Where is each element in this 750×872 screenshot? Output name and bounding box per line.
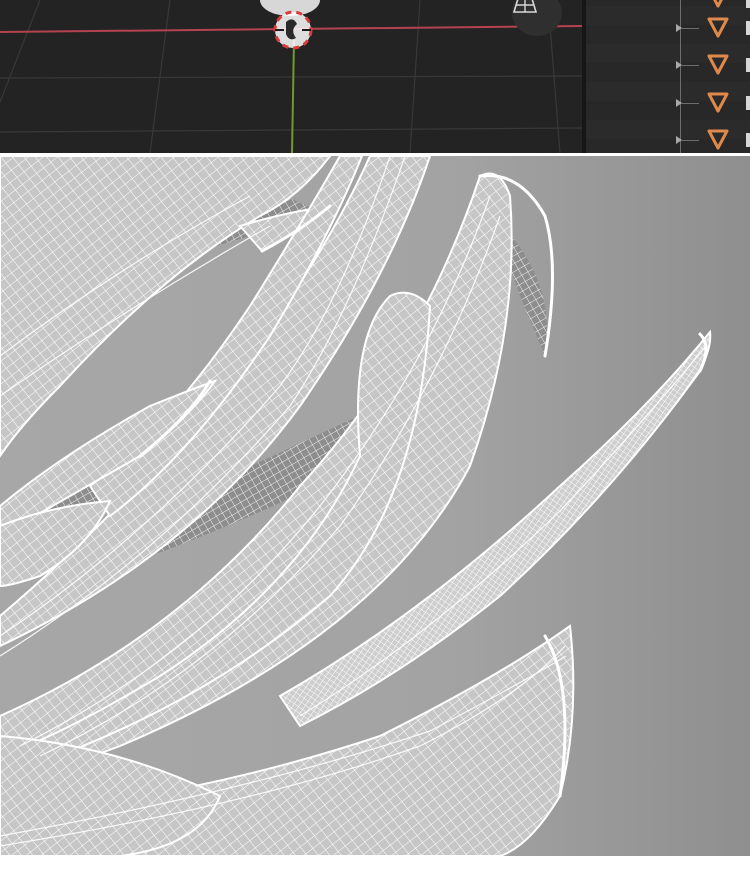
- tree-branch: [681, 28, 699, 29]
- wireframe-mesh-illustration: [0, 156, 712, 856]
- outliner-item-name-stub[interactable]: [746, 133, 750, 147]
- mesh-triangle-icon[interactable]: [704, 0, 732, 11]
- tree-branch: [681, 65, 699, 66]
- tree-branch: [681, 140, 699, 141]
- outliner-item-name-stub[interactable]: [746, 0, 750, 8]
- frond-surfaces: [0, 156, 575, 856]
- mesh-triangle-icon[interactable]: [704, 88, 732, 116]
- 3d-cursor-icon: [273, 10, 313, 50]
- outliner-item-name-stub[interactable]: [746, 58, 750, 72]
- tree-branch: [681, 103, 699, 104]
- tree-connector: [680, 0, 681, 153]
- mesh-triangle-icon[interactable]: [704, 125, 732, 153]
- perspective-grid-icon: [512, 0, 538, 13]
- 3d-viewport[interactable]: [0, 0, 582, 153]
- mesh-triangle-icon[interactable]: [704, 50, 732, 78]
- blender-screen-strip: [0, 0, 750, 153]
- viewport-grid: [0, 0, 582, 153]
- page-bottom-margin: [0, 856, 750, 872]
- outliner-panel: [586, 0, 750, 153]
- outliner-item-name-stub[interactable]: [746, 96, 750, 110]
- outliner-item-name-stub[interactable]: [746, 21, 750, 35]
- mesh-triangle-icon[interactable]: [704, 13, 732, 41]
- wireframe-render-view: [0, 156, 750, 856]
- y-axis-line: [291, 39, 295, 153]
